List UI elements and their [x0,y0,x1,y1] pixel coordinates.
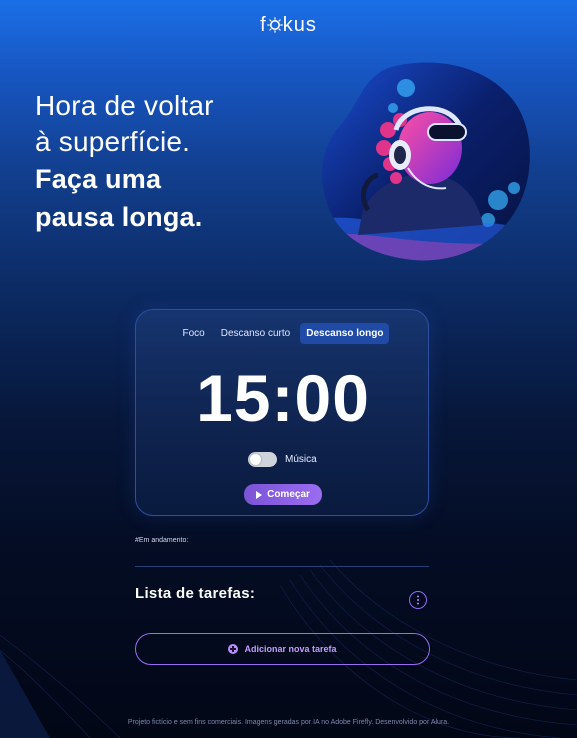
hero-strong-2: pausa longa. [35,202,203,232]
tab-descanso-longo[interactable]: Descanso longo [300,323,390,344]
tasks-title: Lista de tarefas: [135,585,256,602]
more-options-button[interactable] [409,591,427,609]
start-button-label: Começar [267,489,310,500]
hero-strong-1: Faça uma [35,164,162,194]
timer-display: 15:00 [196,361,370,435]
music-toggle[interactable] [248,452,277,467]
logo-text-end: kus [282,14,317,36]
add-task-button[interactable]: Adicionar nova tarefa [135,633,430,665]
timer-mode-tabs: Foco Descanso curto Descanso longo [136,323,430,344]
plus-circle-icon [228,644,239,654]
start-button[interactable]: Começar [244,484,322,505]
timer-card: Foco Descanso curto Descanso longo 15:00… [135,309,429,516]
toggle-knob [250,454,261,465]
hero-title: Hora de voltar à superfície. Faça uma pa… [35,88,305,236]
tab-foco[interactable]: Foco [177,323,211,344]
divider [135,566,429,567]
tab-descanso-curto[interactable]: Descanso curto [215,323,296,344]
play-icon [256,490,263,499]
hero-line-1: Hora de voltar [35,90,214,121]
more-vertical-icon [417,595,419,605]
music-toggle-row: Música [248,452,317,467]
music-label: Música [285,454,317,465]
in-progress-label: #Em andamento: [135,537,189,544]
add-task-label: Adicionar nova tarefa [244,644,337,654]
logo-sun-icon [266,17,283,33]
footer-text: Projeto fictício e sem fins comerciais. … [127,719,450,726]
hero-illustration [322,62,530,261]
hero-line-2: à superfície. [35,126,191,157]
app-logo: f kus [0,14,577,37]
